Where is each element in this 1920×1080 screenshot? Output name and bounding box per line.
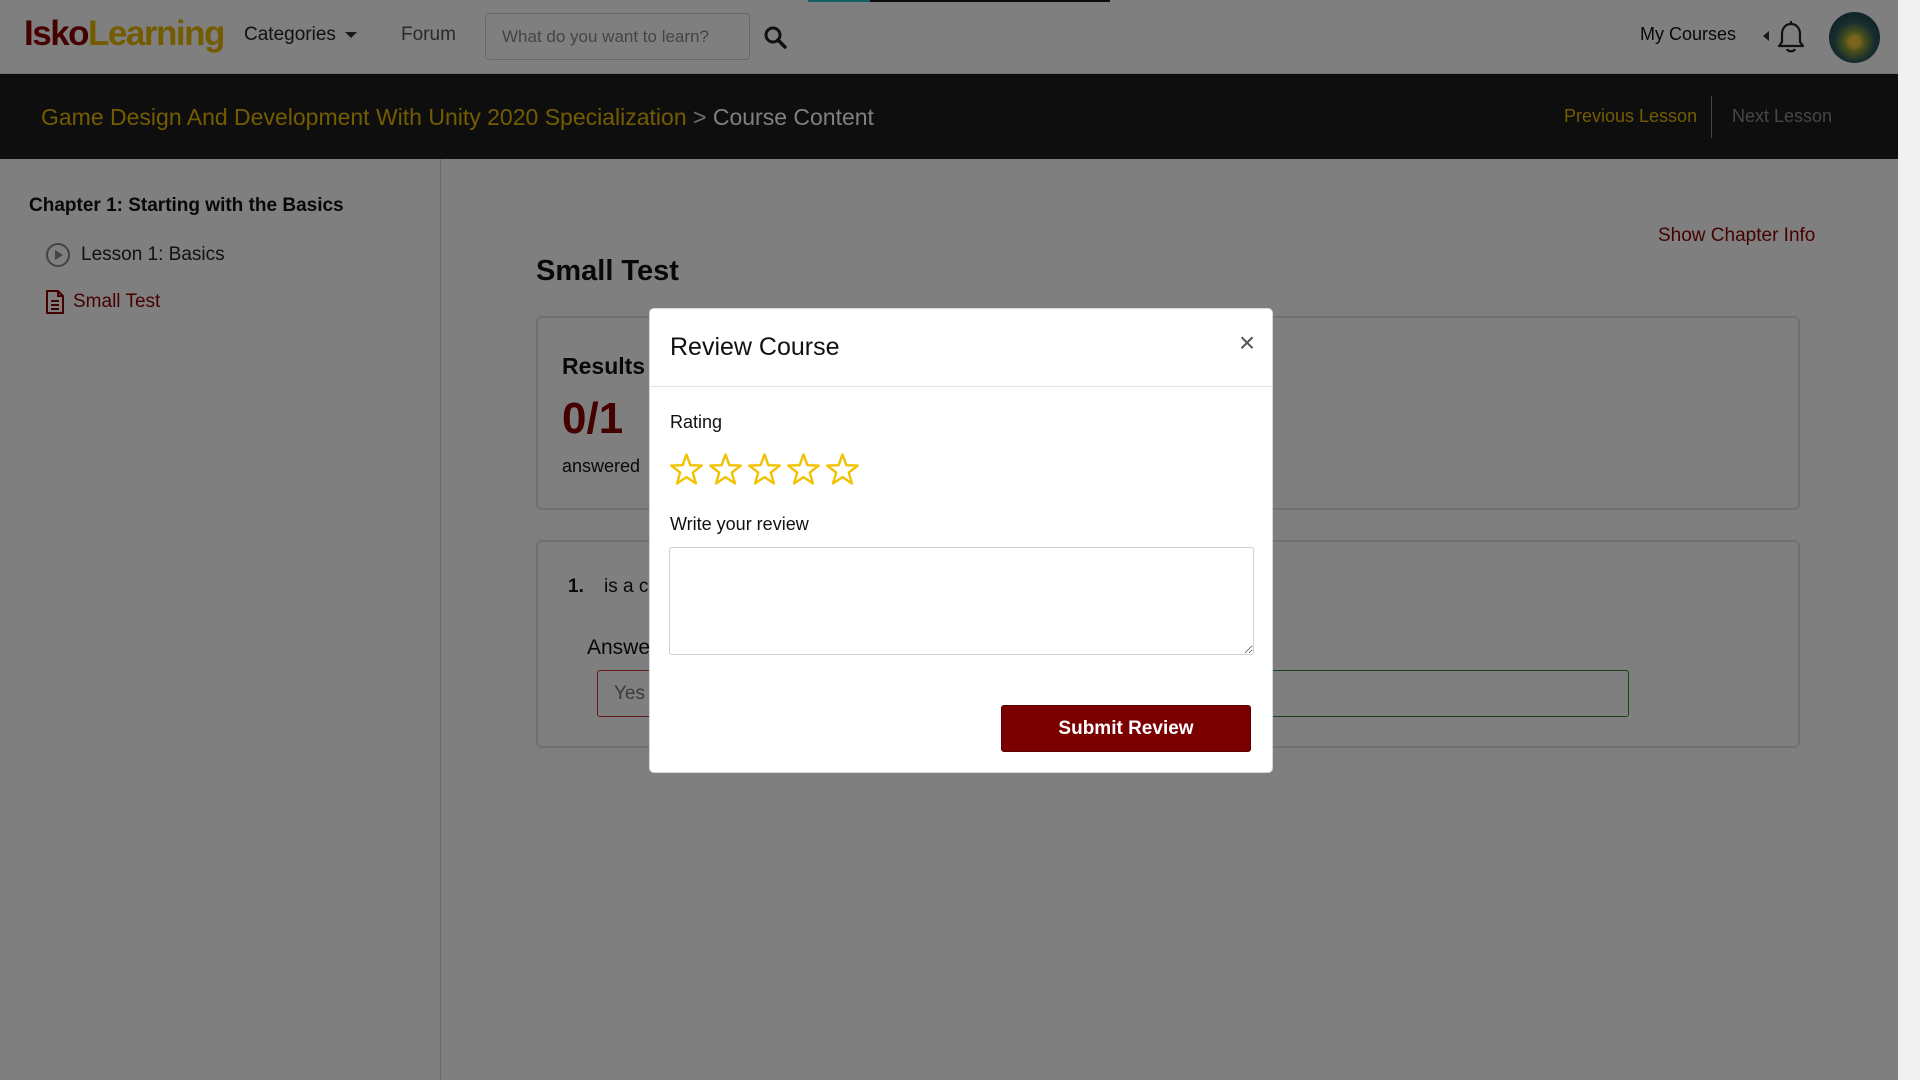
star-icon[interactable] — [825, 452, 860, 487]
star-icon[interactable] — [708, 452, 743, 487]
scrollbar[interactable] — [1898, 0, 1920, 1080]
star-icon[interactable] — [669, 452, 704, 487]
review-course-modal: Review Course × Rating Write your review… — [649, 308, 1273, 773]
star-rating — [669, 452, 860, 487]
modal-title: Review Course — [670, 333, 840, 361]
close-icon[interactable]: × — [1235, 329, 1259, 357]
star-icon[interactable] — [786, 452, 821, 487]
rating-label: Rating — [670, 412, 723, 432]
review-label: Write your review — [670, 514, 809, 534]
star-icon[interactable] — [747, 452, 782, 487]
modal-header: Review Course × — [650, 309, 1272, 387]
review-textarea[interactable] — [669, 547, 1254, 655]
submit-review-button[interactable]: Submit Review — [1001, 705, 1251, 752]
